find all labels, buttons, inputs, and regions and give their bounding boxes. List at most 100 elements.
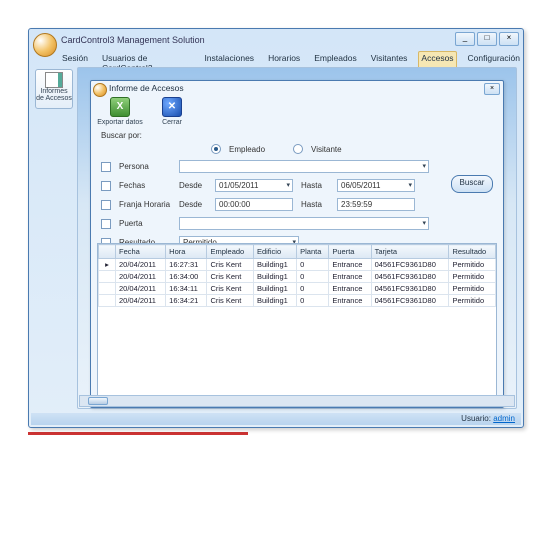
export-label: Exportar datos xyxy=(97,119,143,126)
chk-franja-label: Franja Horaria xyxy=(119,200,171,209)
col-header[interactable]: Resultado xyxy=(449,245,496,259)
cell xyxy=(99,295,116,307)
cell: 04561FC9361D80 xyxy=(371,283,449,295)
horizontal-scrollbar[interactable] xyxy=(79,395,515,407)
cell: Permitido xyxy=(449,283,496,295)
scrollbar-thumb[interactable] xyxy=(88,397,108,405)
inner-orb-icon xyxy=(93,83,107,97)
radio-visitante[interactable] xyxy=(293,144,303,154)
cell: Entrance xyxy=(329,259,371,271)
main-window: CardControl3 Management Solution _ □ × S… xyxy=(28,28,524,428)
results-grid[interactable]: FechaHoraEmpleadoEdificioPlantaPuertaTar… xyxy=(97,243,497,397)
excel-icon xyxy=(110,97,130,117)
inner-title: Informe de Accesos xyxy=(109,83,184,93)
sidebar-label: Informes de Accesos xyxy=(36,88,72,102)
cell: Building1 xyxy=(253,271,296,283)
report-icon xyxy=(45,72,63,88)
toolbar-close-label: Cerrar xyxy=(149,119,195,126)
cell: 0 xyxy=(297,283,329,295)
chk-fechas-label: Fechas xyxy=(119,181,171,190)
cell: ▸ xyxy=(99,259,116,271)
chk-persona[interactable] xyxy=(101,162,111,172)
chk-franja[interactable] xyxy=(101,200,111,210)
cell: 20/04/2011 xyxy=(116,259,166,271)
inner-close-button[interactable]: × xyxy=(484,83,500,95)
chk-puerta[interactable] xyxy=(101,219,111,229)
radio-visitante-label: Visitante xyxy=(311,145,342,154)
cell: Permitido xyxy=(449,259,496,271)
cell: Building1 xyxy=(253,259,296,271)
cell: 16:34:11 xyxy=(166,283,207,295)
col-header[interactable]: Fecha xyxy=(116,245,166,259)
cell: 16:34:00 xyxy=(166,271,207,283)
close-icon xyxy=(162,97,182,117)
cell: Cris Kent xyxy=(207,271,254,283)
app-orb-icon[interactable] xyxy=(33,33,57,57)
maximize-button[interactable]: □ xyxy=(477,32,497,46)
cell: Permitido xyxy=(449,295,496,307)
date-from-input[interactable]: 01/05/2011 xyxy=(215,179,293,192)
cell: 16:34:21 xyxy=(166,295,207,307)
desde-label-2: Desde xyxy=(179,200,207,209)
radio-empleado-label: Empleado xyxy=(229,145,265,154)
cell: 0 xyxy=(297,295,329,307)
date-to-input[interactable]: 06/05/2011 xyxy=(337,179,415,192)
col-header[interactable]: Tarjeta xyxy=(371,245,449,259)
cell xyxy=(99,271,116,283)
cell: Permitido xyxy=(449,271,496,283)
search-by-label: Buscar por: xyxy=(101,131,493,140)
search-form: Buscar por: Empleado Visitante Persona F… xyxy=(101,131,493,255)
status-user-label: Usuario: xyxy=(461,414,491,423)
hasta-label-2: Hasta xyxy=(301,200,329,209)
col-header[interactable]: Puerta xyxy=(329,245,371,259)
puerta-select[interactable] xyxy=(179,217,429,230)
cell: 20/04/2011 xyxy=(116,271,166,283)
chk-persona-label: Persona xyxy=(119,162,171,171)
cell: 16:27:31 xyxy=(166,259,207,271)
cell: Cris Kent xyxy=(207,295,254,307)
toolbar-close-button[interactable]: Cerrar xyxy=(149,97,195,126)
close-button[interactable]: × xyxy=(499,32,519,46)
col-header[interactable] xyxy=(99,245,116,259)
cell: Building1 xyxy=(253,295,296,307)
time-from-input[interactable]: 00:00:00 xyxy=(215,198,293,211)
desde-label-1: Desde xyxy=(179,181,207,190)
sidebar-reports-button[interactable]: Informes de Accesos xyxy=(35,69,73,109)
table-row[interactable]: 20/04/201116:34:21Cris KentBuilding10Ent… xyxy=(99,295,496,307)
cell: 20/04/2011 xyxy=(116,295,166,307)
status-bar: Usuario: admin xyxy=(31,413,521,425)
table-row[interactable]: 20/04/201116:34:00Cris KentBuilding10Ent… xyxy=(99,271,496,283)
cell: 04561FC9361D80 xyxy=(371,295,449,307)
window-title: CardControl3 Management Solution xyxy=(61,35,205,45)
status-user-link[interactable]: admin xyxy=(493,414,515,423)
cell: 04561FC9361D80 xyxy=(371,271,449,283)
persona-select[interactable] xyxy=(179,160,429,173)
col-header[interactable]: Empleado xyxy=(207,245,254,259)
cell: Cris Kent xyxy=(207,283,254,295)
cell: 0 xyxy=(297,271,329,283)
report-window: Informe de Accesos × Exportar datos Cerr… xyxy=(90,80,504,408)
col-header[interactable]: Planta xyxy=(297,245,329,259)
hasta-label-1: Hasta xyxy=(301,181,329,190)
time-to-input[interactable]: 23:59:59 xyxy=(337,198,415,211)
table-row[interactable]: 20/04/201116:34:11Cris KentBuilding10Ent… xyxy=(99,283,496,295)
cell: 20/04/2011 xyxy=(116,283,166,295)
cell: Building1 xyxy=(253,283,296,295)
cell: 04561FC9361D80 xyxy=(371,259,449,271)
cell: Entrance xyxy=(329,271,371,283)
chk-fechas[interactable] xyxy=(101,181,111,191)
cell: 0 xyxy=(297,259,329,271)
toolbar: Exportar datos Cerrar xyxy=(97,97,195,126)
search-button[interactable]: Buscar xyxy=(451,175,493,193)
cell: Cris Kent xyxy=(207,259,254,271)
cell: Entrance xyxy=(329,295,371,307)
chk-puerta-label: Puerta xyxy=(119,219,171,228)
col-header[interactable]: Hora xyxy=(166,245,207,259)
cell xyxy=(99,283,116,295)
minimize-button[interactable]: _ xyxy=(455,32,475,46)
radio-empleado[interactable] xyxy=(211,144,221,154)
table-row[interactable]: ▸20/04/201116:27:31Cris KentBuilding10En… xyxy=(99,259,496,271)
body-area: Informe de Accesos × Exportar datos Cerr… xyxy=(77,67,517,409)
export-button[interactable]: Exportar datos xyxy=(97,97,143,126)
col-header[interactable]: Edificio xyxy=(253,245,296,259)
